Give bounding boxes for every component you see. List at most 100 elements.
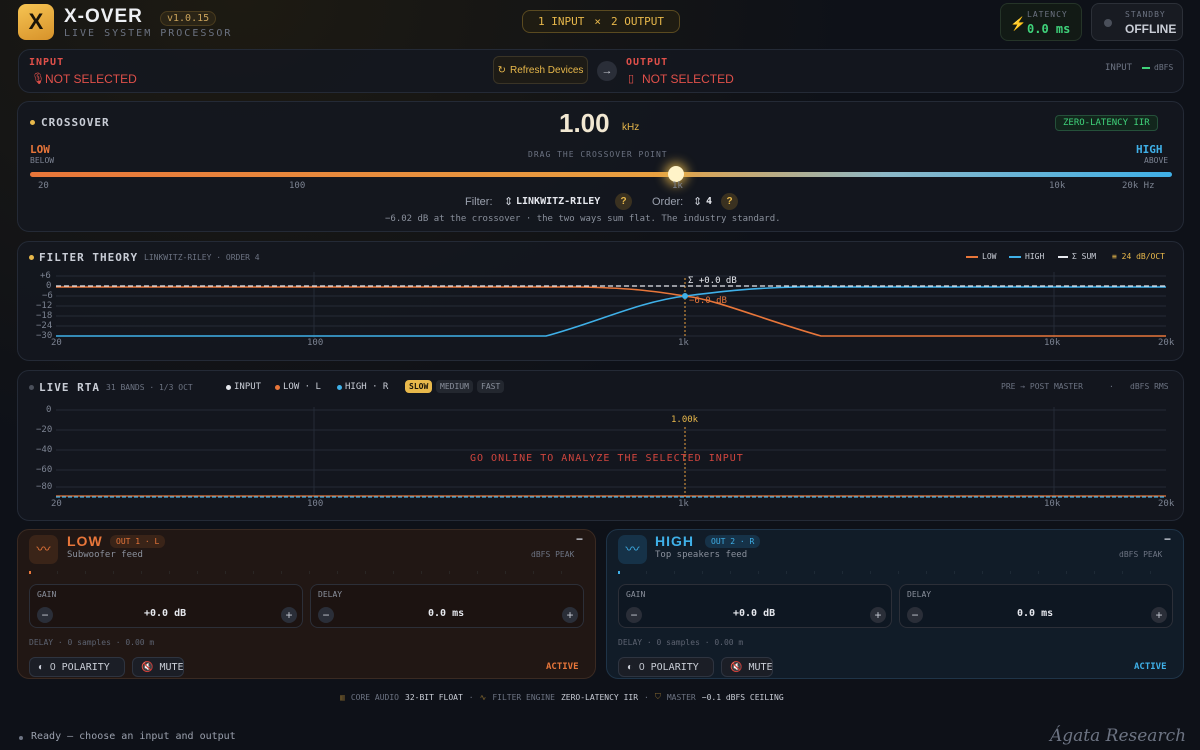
- low-band-label: LOW: [30, 143, 50, 156]
- low-peak-value: −: [576, 532, 584, 546]
- input-meter-bar: [1142, 67, 1150, 69]
- theory-x-tick: 10k: [1044, 338, 1061, 348]
- high-peak-value: −: [1164, 532, 1172, 546]
- order-label: Order:: [652, 196, 684, 208]
- low-delay-decrement-button[interactable]: −: [318, 607, 334, 623]
- crossover-frequency-unit: kHz: [622, 122, 640, 133]
- crossover-annotation: −6.0 dB: [689, 296, 727, 306]
- routing-outputs: 2 OUTPUT: [611, 15, 664, 28]
- high-peak-label: dBFS PEAK: [1119, 550, 1163, 559]
- io-panel: INPUT 🎙 NOT SELECTED ↻ Refresh Devices →…: [18, 49, 1184, 93]
- crossover-panel: CROSSOVER 1.00 kHz ZERO-LATENCY IIR LOW …: [17, 101, 1184, 232]
- slider-tick-20k: 20k Hz: [1122, 181, 1155, 191]
- rta-y-tick: −80: [36, 482, 53, 492]
- core-audio-value: 32-BIT FLOAT: [405, 692, 463, 702]
- high-delay-value[interactable]: 0.0 ms: [1017, 608, 1053, 619]
- filter-label: Filter:: [465, 196, 493, 208]
- latency-indicator: ⚡ LATENCY 0.0 ms: [1000, 3, 1082, 41]
- low-mute-button[interactable]: 🔇 MUTE: [132, 657, 184, 677]
- high-mute-button[interactable]: 🔇 MUTE: [721, 657, 773, 677]
- theory-x-tick: 20: [51, 338, 62, 348]
- high-gain-control: GAIN − +0.0 dB +: [618, 584, 892, 628]
- low-mute-label: MUTE: [159, 661, 184, 673]
- refresh-label: Refresh Devices: [510, 64, 584, 76]
- routing-summary: 1 INPUT × 2 OUTPUT: [522, 10, 680, 33]
- low-delay-increment-button[interactable]: +: [562, 607, 578, 623]
- filter-engine-label: FILTER ENGINE: [492, 692, 555, 702]
- updown-icon-order: ⇕: [693, 196, 703, 208]
- low-delay-value[interactable]: 0.0 ms: [428, 608, 464, 619]
- filter-help-button[interactable]: ?: [615, 193, 632, 210]
- polarity-icon: ◐: [627, 661, 634, 673]
- high-delay-decrement-button[interactable]: −: [907, 607, 923, 623]
- refresh-devices-button[interactable]: ↻ Refresh Devices: [493, 56, 588, 84]
- high-output-route: OUT 2 · R: [705, 535, 761, 548]
- low-delay-info: DELAY · 0 samples · 0.00 m: [29, 638, 155, 647]
- crossover-point-marker: [682, 293, 688, 299]
- high-level-meter: [618, 571, 1173, 574]
- high-level-meter-fill: [618, 571, 620, 574]
- high-mute-label: MUTE: [748, 661, 773, 673]
- bolt-icon: ⚡: [1010, 16, 1027, 31]
- low-gain-decrement-button[interactable]: −: [37, 607, 53, 623]
- theory-x-tick: 20k: [1158, 338, 1175, 348]
- low-channel-feed: Subwoofer feed: [67, 550, 143, 560]
- low-gain-increment-button[interactable]: +: [281, 607, 297, 623]
- updown-icon: ⇕: [504, 196, 514, 208]
- low-delay-label: DELAY: [318, 590, 343, 599]
- high-gain-decrement-button[interactable]: −: [626, 607, 642, 623]
- footer-separator: ·: [644, 692, 649, 702]
- slider-tick-20: 20: [38, 181, 49, 191]
- low-polarity-button[interactable]: ◐ 0 POLARITY: [29, 657, 125, 677]
- live-rta-panel: LIVE RTA 31 BANDS · 1/3 OCT INPUT LOW · …: [17, 370, 1184, 521]
- shield-icon: ⛉: [654, 692, 661, 701]
- high-delay-increment-button[interactable]: +: [1151, 607, 1167, 623]
- crossover-slider-handle[interactable]: [668, 166, 684, 182]
- standby-toggle[interactable]: STANDBY OFFLINE: [1091, 3, 1183, 41]
- low-gain-control: GAIN − +0.0 dB +: [29, 584, 303, 628]
- high-polarity-button[interactable]: ◐ 0 POLARITY: [618, 657, 714, 677]
- master-label: MASTER: [666, 692, 696, 702]
- waveform-small-icon: ▥: [340, 692, 345, 702]
- output-device-select[interactable]: NOT SELECTED: [642, 72, 734, 86]
- low-peak-label: dBFS PEAK: [531, 550, 575, 559]
- latency-value: 0.0 ms: [1027, 22, 1071, 36]
- low-gain-value[interactable]: +0.0 dB: [144, 608, 186, 619]
- low-channel-card: 〰 LOW OUT 1 · L Subwoofer feed − dBFS PE…: [17, 529, 596, 679]
- high-polarity-label: POLARITY: [650, 661, 699, 673]
- status-dot-icon: [1104, 19, 1112, 27]
- low-output-route: OUT 1 · L: [110, 535, 166, 548]
- rta-offline-message: GO ONLINE TO ANALYZE THE SELECTED INPUT: [470, 453, 744, 464]
- app-subtitle: LIVE SYSTEM PROCESSOR: [64, 28, 233, 39]
- low-polarity-value: 0: [50, 661, 56, 673]
- app-logo: X: [18, 4, 54, 40]
- filter-engine-icon: ∿: [479, 692, 487, 702]
- high-gain-label: GAIN: [626, 590, 646, 599]
- crossover-slider-track[interactable]: [30, 172, 1172, 177]
- waveform-icon: 〰: [29, 535, 58, 564]
- filter-type-select[interactable]: LINKWITZ-RILEY: [516, 196, 600, 207]
- input-device-select[interactable]: NOT SELECTED: [45, 72, 137, 86]
- filter-engine-value: ZERO-LATENCY IIR: [560, 692, 639, 702]
- low-level-meter-fill: [29, 571, 31, 574]
- slider-tick-10k: 10k: [1049, 181, 1066, 191]
- slider-tick-1k: 1k: [672, 181, 683, 191]
- arrow-right-icon: →: [597, 61, 617, 81]
- theory-y-tick: −30: [36, 331, 53, 341]
- theory-x-tick: 100: [307, 338, 324, 348]
- standby-value: OFFLINE: [1125, 22, 1177, 36]
- version-badge: v1.0.15: [160, 11, 217, 26]
- high-gain-increment-button[interactable]: +: [870, 607, 886, 623]
- routing-separator: ×: [594, 15, 601, 28]
- mute-icon: 🔇: [730, 661, 743, 673]
- crossover-note: −6.02 dB at the crossover · the two ways…: [385, 214, 781, 224]
- filter-order-select[interactable]: 4: [706, 196, 712, 207]
- high-gain-value[interactable]: +0.0 dB: [733, 608, 775, 619]
- order-help-button[interactable]: ?: [721, 193, 738, 210]
- app-title: X-OVER: [64, 6, 143, 27]
- rta-crossover-marker: 1.00k: [671, 415, 699, 425]
- input-meter-label: INPUT: [1105, 63, 1133, 73]
- rta-x-tick: 100: [307, 499, 324, 509]
- high-response-curve: [56, 286, 1166, 337]
- high-status: ACTIVE: [1134, 662, 1167, 672]
